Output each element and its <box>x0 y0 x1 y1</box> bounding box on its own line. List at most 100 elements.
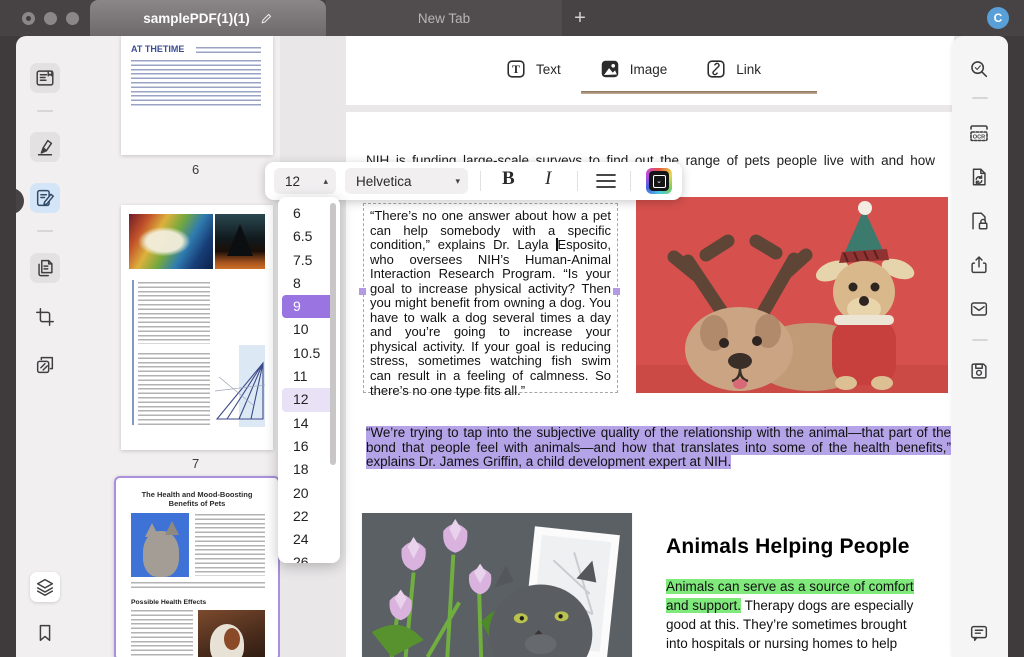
font-size-select[interactable]: 12 ▴ <box>274 168 336 194</box>
textbox-handle-right[interactable] <box>613 288 620 295</box>
thumbnail-panel: AT THETIME 6 7 <box>76 36 280 657</box>
thumbnail-page-8-selected[interactable]: The Health and Mood-Boosting Benefits of… <box>114 476 280 657</box>
thumb8-subheading: Possible Health Effects <box>131 599 206 606</box>
add-link-button[interactable]: Link <box>705 58 761 80</box>
rail-divider <box>37 110 53 112</box>
crop-icon <box>34 306 56 328</box>
comment-button[interactable] <box>964 618 994 648</box>
right-toolbar: OCR <box>952 36 1008 657</box>
thumb7-textlines <box>138 353 210 425</box>
bold-button[interactable]: B <box>502 168 515 190</box>
add-tab-button[interactable]: + <box>566 4 594 32</box>
reader-view-button[interactable] <box>30 63 60 93</box>
font-size-option[interactable]: 24 <box>282 528 336 551</box>
format-toolbar: 12 ▴ Helvetica ▾ B I ⌄ <box>265 162 682 200</box>
font-size-option[interactable]: 18 <box>282 458 336 481</box>
save-button[interactable] <box>964 356 994 386</box>
share-button[interactable] <box>964 250 994 280</box>
green-line: reduce patients’ stress and anxiety. <box>666 654 928 657</box>
protect-button[interactable] <box>964 206 994 236</box>
font-color-picker[interactable]: ⌄ <box>646 168 672 194</box>
link-tool-icon <box>705 58 727 80</box>
rename-pencil-icon[interactable] <box>260 12 273 25</box>
crop-button[interactable] <box>30 302 60 332</box>
font-size-option[interactable]: 11 <box>282 365 336 388</box>
edit-toolbar: T Text Image Link <box>505 53 761 85</box>
font-size-option-hovered[interactable]: 9 <box>282 295 336 318</box>
thumb7-rule <box>132 280 134 425</box>
document-area: NIH is funding large-scale surveys to fi… <box>280 36 974 657</box>
pdf-paragraph-purple-highlight: “We’re trying to tap into the subjective… <box>366 426 951 470</box>
layers-button[interactable] <box>30 572 60 602</box>
close-window-button[interactable] <box>22 12 35 25</box>
green-line: into hospitals or nursing homes to help <box>666 635 928 654</box>
new-tab-label: New Tab <box>418 11 470 26</box>
thumbnail-page-7[interactable] <box>121 205 273 450</box>
font-size-option[interactable]: 10.5 <box>282 342 336 365</box>
green-line: good at this. They’re sometimes brought <box>666 616 928 635</box>
reader-view-icon <box>34 67 56 89</box>
convert-icon <box>968 166 990 188</box>
font-size-option[interactable]: 7.5 <box>282 249 336 272</box>
font-size-option[interactable]: 26 <box>282 551 336 563</box>
stamp-button[interactable] <box>30 350 60 380</box>
text-tool-icon: T <box>505 58 527 80</box>
font-size-option[interactable]: 8 <box>282 272 336 295</box>
image-tool-icon <box>599 58 621 80</box>
alignment-button[interactable] <box>595 171 617 191</box>
svg-text:T: T <box>512 62 520 76</box>
annotate-button[interactable] <box>30 132 60 162</box>
pages-icon <box>34 257 56 279</box>
ocr-button[interactable]: OCR <box>964 118 994 148</box>
thumb7-rainbow-photo <box>129 214 213 269</box>
thumbnail-page-6[interactable]: AT THETIME <box>121 36 273 155</box>
tab-sample-pdf[interactable]: samplePDF(1)(1) <box>90 0 326 36</box>
rail-divider <box>972 97 988 99</box>
text-button-label: Text <box>536 62 561 77</box>
pdf-photo-cat-tulips[interactable] <box>361 513 633 657</box>
font-size-option-selected[interactable]: 12 <box>282 388 336 411</box>
pdf-textbox-selected[interactable]: “There’s no one answer about how a pet c… <box>363 203 618 393</box>
thumb6-heading: AT THETIME <box>131 44 184 54</box>
edit-mode-button[interactable] <box>30 183 60 213</box>
font-size-option[interactable]: 14 <box>282 412 336 435</box>
layers-icon <box>34 576 56 598</box>
toolbar-divider <box>480 171 481 191</box>
link-button-label: Link <box>736 62 761 77</box>
italic-button[interactable]: I <box>545 168 551 190</box>
comment-icon <box>968 622 990 644</box>
search-button[interactable] <box>964 54 994 84</box>
font-size-value: 12 <box>274 174 300 189</box>
thumb6-textlines <box>131 60 261 108</box>
thumb8-textlines <box>131 582 265 591</box>
minimize-window-button[interactable] <box>44 12 57 25</box>
add-image-button[interactable]: Image <box>599 58 668 80</box>
tab-new-tab[interactable]: New Tab <box>326 0 562 36</box>
font-size-option[interactable]: 10 <box>282 318 336 341</box>
font-family-select[interactable]: Helvetica ▾ <box>345 168 468 194</box>
dropdown-scrollbar[interactable] <box>330 203 336 465</box>
textbox-handle-left[interactable] <box>359 288 366 295</box>
pdf-photo-christmas-dogs[interactable] <box>636 197 948 393</box>
account-avatar[interactable]: C <box>987 7 1009 29</box>
thumb8-textlines <box>131 610 193 657</box>
chevron-down-icon: ⌄ <box>653 175 666 188</box>
pdf-section-heading: Animals Helping People <box>666 535 910 559</box>
svg-text:OCR: OCR <box>973 135 985 141</box>
font-size-option[interactable]: 20 <box>282 482 336 505</box>
font-size-option[interactable]: 22 <box>282 505 336 528</box>
mail-button[interactable] <box>964 294 994 324</box>
font-size-option[interactable]: 6 <box>282 202 336 225</box>
thumb8-cat-photo <box>131 513 189 577</box>
green-line: and support. <box>666 598 741 613</box>
font-size-option[interactable]: 16 <box>282 435 336 458</box>
thumb7-prism-diagram <box>213 357 268 423</box>
toolbar-divider <box>577 171 578 191</box>
font-size-option[interactable]: 6.5 <box>282 225 336 248</box>
add-text-button[interactable]: T Text <box>505 58 561 80</box>
pdf-paragraph-green-highlight: Animals can serve as a source of comfort… <box>666 578 928 657</box>
convert-button[interactable] <box>964 162 994 192</box>
zoom-window-button[interactable] <box>66 12 79 25</box>
organize-pages-button[interactable] <box>30 253 60 283</box>
bookmark-button[interactable] <box>30 618 60 648</box>
